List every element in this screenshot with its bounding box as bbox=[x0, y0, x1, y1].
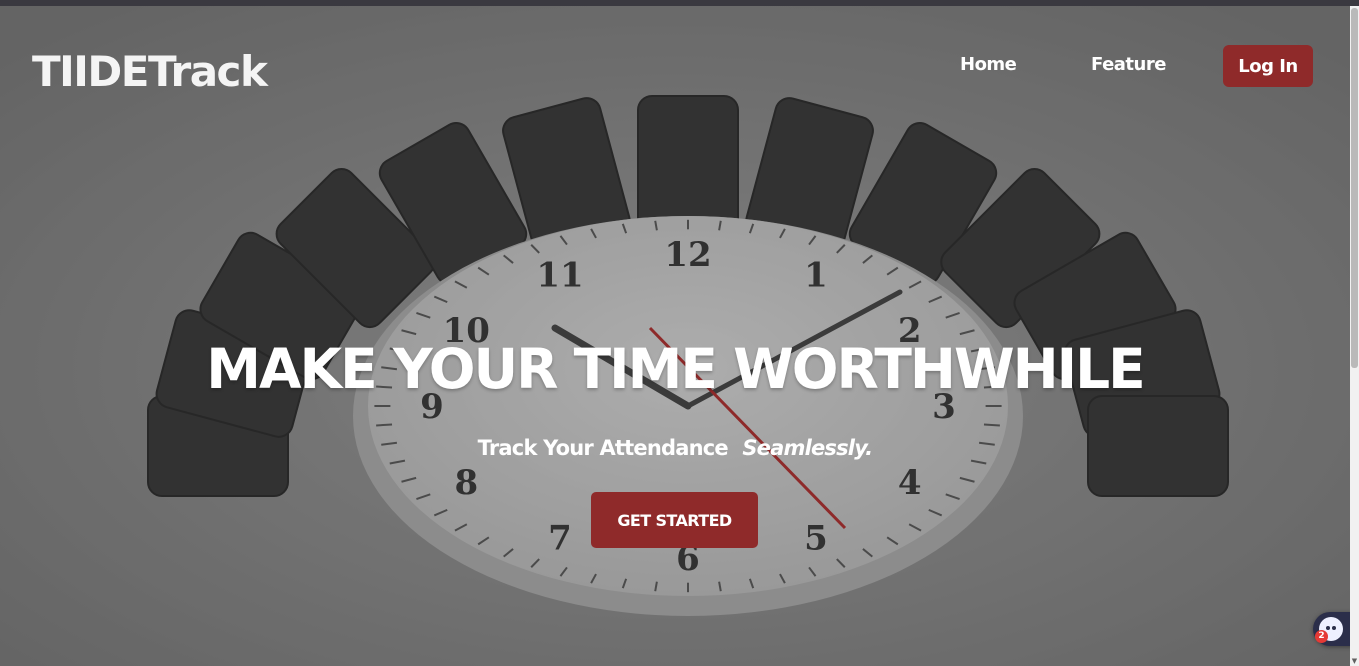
login-button[interactable]: Log In bbox=[1223, 45, 1313, 87]
scrollbar-thumb[interactable] bbox=[1351, 8, 1358, 368]
page-viewport: 12 1 2 3 4 5 6 7 8 9 10 11 TIIDETrack Home Feature … bbox=[0, 6, 1350, 666]
nav-home-link[interactable]: Home bbox=[960, 54, 1017, 76]
hero-subline: Track Your Attendance Seamlessly. bbox=[0, 434, 1350, 462]
nav-feature-link[interactable]: Feature bbox=[1091, 54, 1166, 76]
get-started-button[interactable]: GET STARTED bbox=[591, 492, 758, 548]
hero-subline-emphasis: Seamlessly. bbox=[742, 436, 873, 460]
scroll-down-arrow-icon[interactable]: ▼ bbox=[1350, 656, 1359, 666]
chat-notification-badge: 2 bbox=[1315, 630, 1328, 643]
hero-subline-main: Track Your Attendance bbox=[477, 436, 729, 460]
hero-headline: MAKE YOUR TIME WORTHWHILE bbox=[206, 337, 1145, 401]
vertical-scrollbar[interactable]: ▼ bbox=[1350, 6, 1359, 666]
brand-logo[interactable]: TIIDETrack bbox=[32, 48, 268, 96]
chat-widget-button[interactable]: 2 bbox=[1313, 612, 1350, 646]
